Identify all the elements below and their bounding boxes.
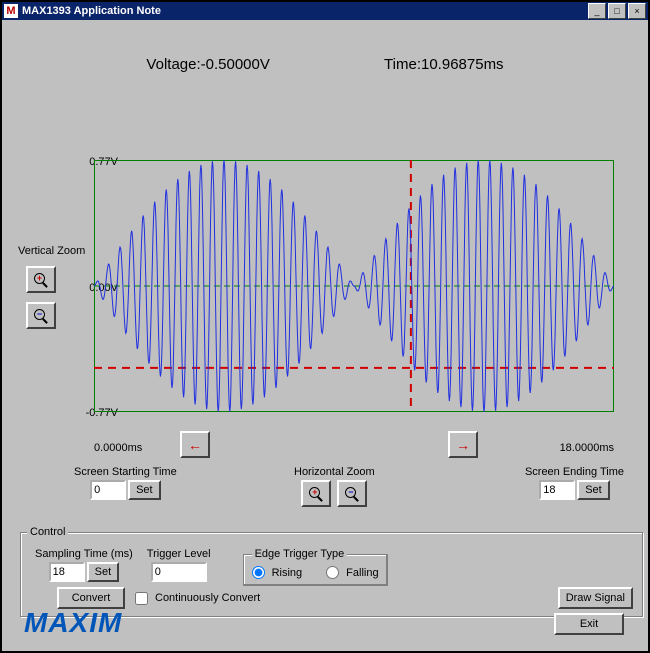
time-value: 10.96875ms bbox=[421, 56, 504, 73]
zoom-in-icon: + bbox=[34, 273, 48, 287]
minimize-button[interactable]: _ bbox=[588, 3, 606, 19]
screen-end-group: Screen Ending Time Set bbox=[525, 466, 624, 500]
arrow-left-icon: ← bbox=[188, 437, 202, 453]
horizontal-zoom-in-button[interactable]: + bbox=[301, 480, 331, 507]
edge-rising-option[interactable]: Rising bbox=[252, 566, 303, 579]
xaxis-left-label: 0.0000ms bbox=[94, 442, 142, 454]
voltage-label: Voltage: bbox=[146, 56, 200, 73]
vertical-zoom-in-button[interactable]: + bbox=[26, 266, 56, 293]
horizontal-zoom-label: Horizontal Zoom bbox=[294, 466, 375, 478]
trigger-group: Trigger Level bbox=[147, 548, 211, 582]
screen-start-label: Screen Starting Time bbox=[74, 466, 177, 478]
sampling-group: Sampling Time (ms) Set bbox=[35, 548, 133, 582]
screen-start-set-button[interactable]: Set bbox=[128, 480, 161, 500]
xaxis-right-label: 18.0000ms bbox=[560, 442, 614, 454]
app-icon: M bbox=[4, 4, 18, 18]
sampling-label: Sampling Time (ms) bbox=[35, 548, 133, 560]
sampling-input[interactable] bbox=[49, 562, 85, 582]
arrow-right-icon: → bbox=[456, 437, 470, 453]
exit-button[interactable]: Exit bbox=[554, 613, 624, 635]
control-legend: Control bbox=[27, 526, 68, 538]
titlebar: M MAX1393 Application Note _ □ × bbox=[2, 2, 648, 20]
vertical-zoom-out-button[interactable]: − bbox=[26, 302, 56, 329]
horizontal-zoom-group: Horizontal Zoom + − bbox=[294, 466, 375, 507]
trigger-label: Trigger Level bbox=[147, 548, 211, 560]
edge-falling-option[interactable]: Falling bbox=[326, 566, 378, 579]
zoom-out-icon: − bbox=[34, 309, 48, 323]
control-fieldset: Control Sampling Time (ms) Set Trigger L… bbox=[20, 526, 644, 618]
screen-end-input[interactable] bbox=[539, 480, 575, 500]
app-window: M MAX1393 Application Note _ □ × Voltage… bbox=[0, 0, 650, 653]
sampling-set-button[interactable]: Set bbox=[87, 562, 120, 582]
horizontal-zoom-out-button[interactable]: − bbox=[337, 480, 367, 507]
cursor-readout: Voltage:-0.50000V Time:10.96875ms bbox=[4, 56, 646, 73]
pan-right-button[interactable]: → bbox=[448, 431, 478, 458]
signal-plot[interactable] bbox=[94, 160, 614, 412]
client-area: Voltage:-0.50000V Time:10.96875ms 0.77V … bbox=[4, 22, 646, 649]
edge-trigger-fieldset: Edge Trigger Type Rising Falling bbox=[243, 548, 388, 586]
vertical-zoom-label: Vertical Zoom bbox=[18, 245, 85, 257]
screen-start-group: Screen Starting Time Set bbox=[74, 466, 177, 500]
maximize-button[interactable]: □ bbox=[608, 3, 626, 19]
screen-start-input[interactable] bbox=[90, 480, 126, 500]
trigger-level-input[interactable] bbox=[151, 562, 207, 582]
continuous-convert-checkbox[interactable] bbox=[135, 592, 148, 605]
screen-end-label: Screen Ending Time bbox=[525, 466, 624, 478]
draw-signal-button[interactable]: Draw Signal bbox=[558, 587, 633, 609]
voltage-value: -0.50000V bbox=[201, 56, 270, 73]
maxim-logo: MAXIM bbox=[24, 607, 122, 639]
zoom-out-icon: − bbox=[345, 487, 359, 501]
continuous-convert-option[interactable]: Continuously Convert bbox=[135, 592, 260, 605]
zoom-in-icon: + bbox=[309, 487, 323, 501]
edge-trigger-legend: Edge Trigger Type bbox=[252, 548, 348, 560]
edge-falling-radio[interactable] bbox=[326, 566, 339, 579]
pan-left-button[interactable]: ← bbox=[180, 431, 210, 458]
window-title: MAX1393 Application Note bbox=[22, 5, 586, 17]
close-button[interactable]: × bbox=[628, 3, 646, 19]
time-label: Time: bbox=[384, 56, 421, 73]
screen-end-set-button[interactable]: Set bbox=[577, 480, 610, 500]
convert-button[interactable]: Convert bbox=[57, 587, 125, 609]
edge-rising-radio[interactable] bbox=[252, 566, 265, 579]
